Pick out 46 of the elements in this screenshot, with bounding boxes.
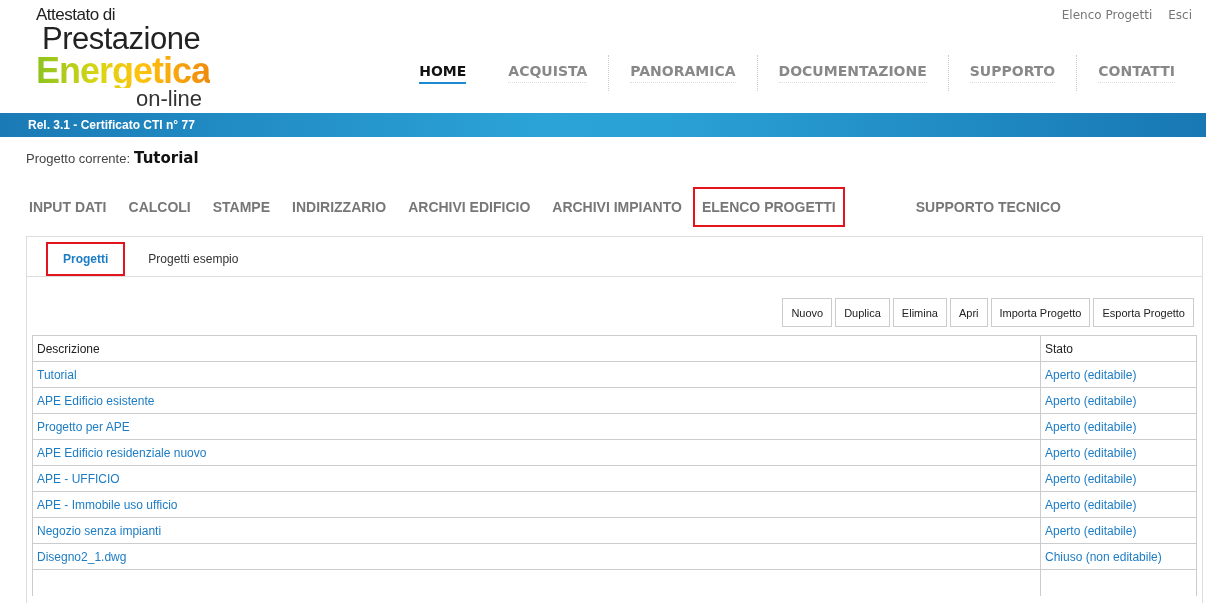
toolbar-button[interactable]: Nuovo [782,298,833,327]
toolbar-button[interactable]: Apri [949,298,988,327]
table-cell[interactable]: Aperto (editabile) [1040,361,1197,388]
top-link[interactable]: Elenco Progetti [1061,8,1153,22]
tab[interactable]: Progetti [46,242,126,276]
toolbar-button[interactable]: Importa Progetto [990,298,1091,327]
table-cell[interactable]: Negozio senza impianti [32,517,1041,544]
table-cell[interactable]: Aperto (editabile) [1040,517,1197,544]
table-cell[interactable]: Tutorial [32,361,1041,388]
tab[interactable]: Progetti esempio [131,242,256,276]
table-cell[interactable]: Aperto (editabile) [1040,491,1197,518]
nav-link[interactable]: PANORAMICA [608,55,757,91]
table-cell[interactable]: APE - Immobile uso ufficio [32,491,1041,518]
current-project-name: Tutorial [134,149,199,167]
table-cell[interactable]: APE - UFFICIO [32,465,1041,492]
top-link[interactable]: Esci [1168,8,1192,22]
nav-link[interactable]: HOME [398,55,488,91]
menu-item[interactable]: STAMPE [201,187,282,227]
table-cell[interactable]: APE Edificio esistente [32,387,1041,414]
menu-item[interactable]: CALCOLI [117,187,202,227]
menu-item[interactable]: SUPPORTO TECNICO [904,187,1072,227]
table-cell[interactable]: Disegno2_1.dwg [32,543,1041,570]
nav-link[interactable]: CONTATTI [1076,55,1196,91]
release-bar: Rel. 3.1 - Certificato CTI n° 77 [0,113,1206,137]
nav-link[interactable]: ACQUISTA [487,55,609,91]
menu-item[interactable]: ELENCO PROGETTI [692,187,845,227]
nav-link[interactable]: DOCUMENTAZIONE [756,55,948,91]
toolbar-button[interactable]: Esporta Progetto [1093,298,1194,327]
table-cell[interactable]: Chiuso (non editabile) [1040,543,1197,570]
toolbar-button[interactable]: Duplica [835,298,890,327]
column-header: Descrizione [32,335,1041,362]
menu-item[interactable]: ARCHIVI IMPIANTO [541,187,693,227]
site-logo[interactable]: Attestato di Prestazione Energetica on-line [36,0,256,113]
table-cell[interactable]: Aperto (editabile) [1040,387,1197,414]
column-header: Stato [1040,335,1197,362]
toolbar-button[interactable]: Elimina [892,298,947,327]
current-project-label: Progetto corrente: [26,151,131,166]
table-cell[interactable]: Aperto (editabile) [1040,413,1197,440]
menu-item[interactable]: ARCHIVI EDIFICIO [397,187,542,227]
table-cell[interactable]: APE Edificio residenziale nuovo [32,439,1041,466]
table-cell[interactable]: Aperto (editabile) [1040,439,1197,466]
table-cell[interactable]: Aperto (editabile) [1040,465,1197,492]
menu-item[interactable]: INPUT DATI [26,187,118,227]
nav-link[interactable]: SUPPORTO [947,55,1077,91]
table-cell[interactable]: Progetto per APE [32,413,1041,440]
menu-item[interactable]: INDIRIZZARIO [281,187,398,227]
